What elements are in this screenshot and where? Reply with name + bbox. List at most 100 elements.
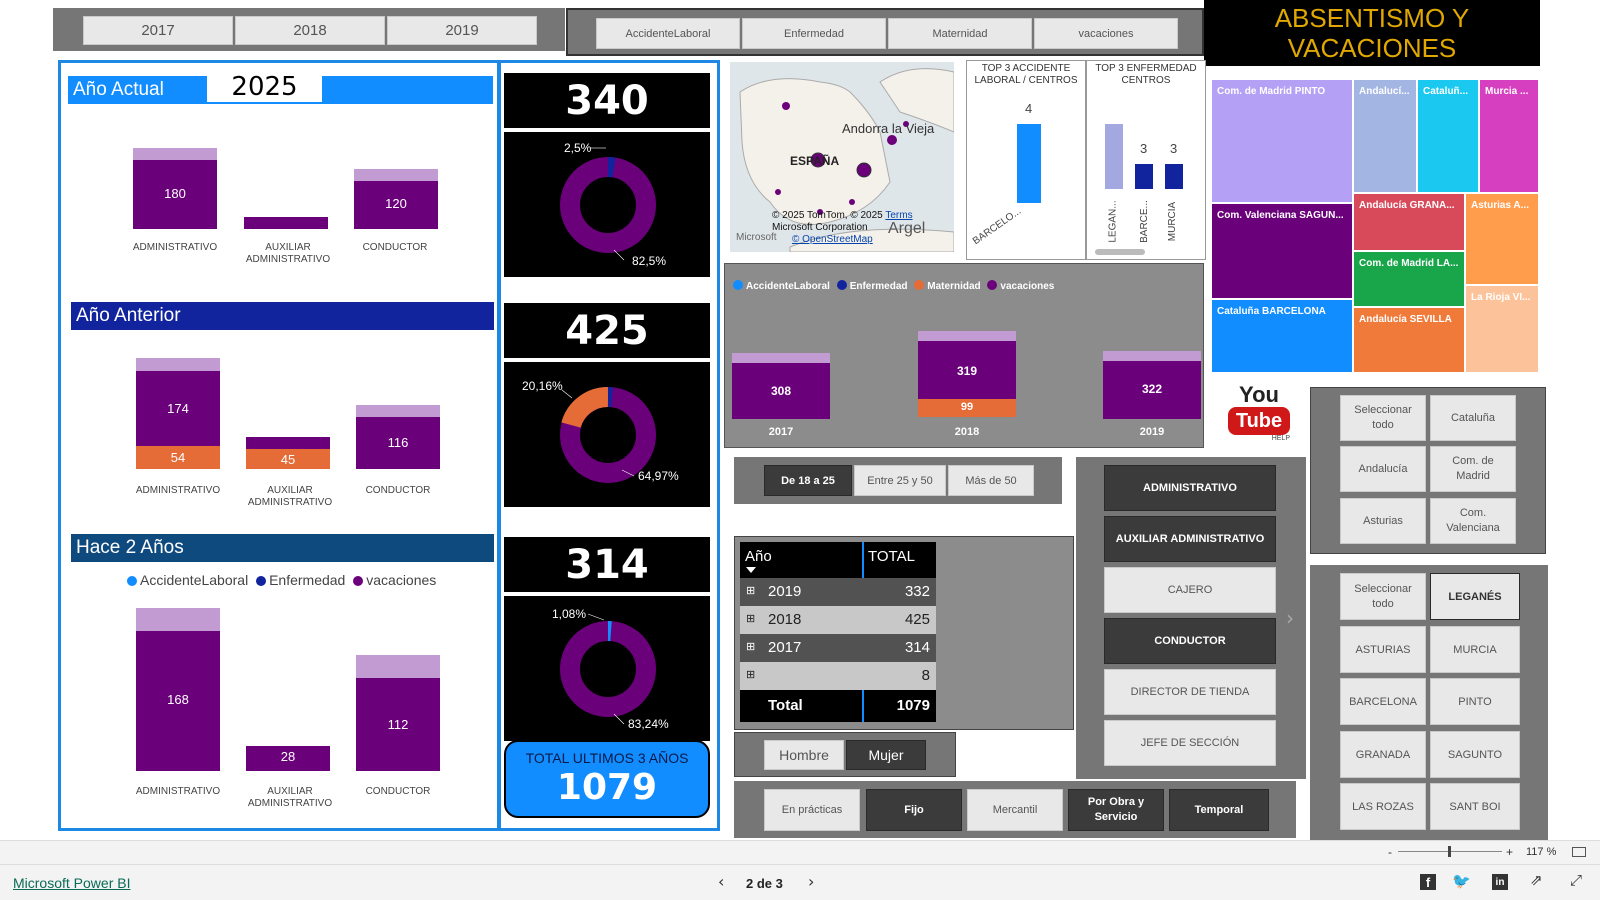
region-asturias-button[interactable]: Asturias xyxy=(1340,498,1426,544)
city-pinto-button[interactable]: PINTO xyxy=(1430,678,1520,725)
powerbi-link[interactable]: Microsoft Power BI xyxy=(13,875,130,891)
youtube-logo[interactable]: You Tube HELP xyxy=(1228,383,1290,449)
job-director-button[interactable]: DIRECTOR DE TIENDA xyxy=(1104,669,1276,715)
treemap-tile[interactable]: Com. Valenciana SAGUN... xyxy=(1212,204,1352,298)
treemap-tile[interactable]: Com. de Madrid PINTO xyxy=(1212,80,1352,202)
type-enfermedad-button[interactable]: Enfermedad xyxy=(742,18,886,49)
fit-page-icon[interactable] xyxy=(1572,847,1586,857)
treemap-tile[interactable]: Andalucía SEVILLA xyxy=(1354,308,1464,372)
type-vacaciones-button[interactable]: vacaciones xyxy=(1034,18,1178,49)
job-cajero-button[interactable]: CAJERO xyxy=(1104,567,1276,613)
bar-cap xyxy=(918,331,1016,341)
gender-mujer-button[interactable]: Mujer xyxy=(846,740,926,770)
enf-cat-3: MURCIA xyxy=(1167,201,1179,242)
job-next-chevron-icon[interactable]: › xyxy=(1286,606,1294,630)
map-corp: Microsoft Corporation xyxy=(772,222,868,233)
bar-label: 28 xyxy=(280,749,296,764)
donut-slice xyxy=(561,386,609,429)
type-maternidad-button[interactable]: Maternidad xyxy=(888,18,1032,49)
expand-icon[interactable]: ⊞ xyxy=(746,640,755,653)
expand-icon[interactable]: ⊞ xyxy=(746,612,755,625)
donut-label-large: 83,24% xyxy=(628,717,669,731)
age-50-button[interactable]: Más de 50 xyxy=(948,465,1034,496)
age-18-25-button[interactable]: De 18 a 25 xyxy=(764,465,852,496)
row-total: 425 xyxy=(904,611,930,628)
table-total-row: Total 1079 xyxy=(740,692,936,720)
city-santboi-button[interactable]: SANT BOI xyxy=(1430,783,1520,830)
treemap-tile[interactable]: Cataluñ... xyxy=(1418,80,1478,192)
contract-mercantil-button[interactable]: Mercantil xyxy=(967,789,1063,831)
region-cataluna-button[interactable]: Cataluña xyxy=(1430,395,1516,441)
kpi-hace2: 314 xyxy=(504,537,710,592)
map[interactable]: Andorra la Vieja ESPAÑA Argel Microsoft … xyxy=(730,62,954,252)
city-murcia-button[interactable]: MURCIA xyxy=(1430,626,1520,673)
next-page-icon[interactable]: › xyxy=(808,872,814,891)
treemap-tile[interactable]: Com. de Madrid LA... xyxy=(1354,252,1464,306)
table-row: ⊞ 8 xyxy=(740,662,936,690)
contract-obra-button[interactable]: Por Obra y Servicio xyxy=(1068,789,1164,831)
bar-cap xyxy=(356,405,440,417)
year-2019-button[interactable]: 2019 xyxy=(387,16,537,45)
contract-temporal-button[interactable]: Temporal xyxy=(1169,789,1269,831)
zoom-plus-button[interactable]: + xyxy=(1506,845,1513,859)
fullscreen-icon[interactable]: ⤢ xyxy=(1570,871,1582,889)
top3-accidente-value: 4 xyxy=(1025,101,1033,116)
bar-vacaciones xyxy=(244,217,328,229)
city-sagunto-button[interactable]: SAGUNTO xyxy=(1430,731,1520,778)
col-header-total[interactable]: TOTAL xyxy=(868,548,915,565)
share-icon[interactable]: ⇗ xyxy=(1530,871,1543,889)
city-lasrozas-button[interactable]: LAS ROZAS xyxy=(1340,783,1426,830)
top3-accidente: TOP 3 ACCIDENTE LABORAL / CENTROS 4 BARC… xyxy=(966,60,1086,260)
contract-practicas-button[interactable]: En prácticas xyxy=(764,789,860,831)
expand-icon[interactable]: ⊞ xyxy=(746,668,755,681)
facebook-icon[interactable]: f xyxy=(1420,874,1436,890)
map-terms-link[interactable]: Terms xyxy=(885,210,912,221)
top3-accidente-cat: BARCELO... xyxy=(970,205,1024,248)
region-andalucia-button[interactable]: Andalucía xyxy=(1340,446,1426,492)
enf-val-3: 3 xyxy=(1170,141,1178,156)
type-accidente-button[interactable]: AccidenteLaboral xyxy=(596,18,740,49)
twitter-icon[interactable]: 🐦 xyxy=(1452,872,1471,890)
region-valenciana-button[interactable]: Com. Valenciana xyxy=(1430,498,1516,544)
city-all-button[interactable]: Seleccionar todo xyxy=(1340,573,1426,620)
city-granada-button[interactable]: GRANADA xyxy=(1340,731,1426,778)
expand-icon[interactable]: ⊞ xyxy=(746,584,755,597)
legend-item: Enfermedad xyxy=(849,281,908,292)
bar-label: 308 xyxy=(770,384,792,398)
enf-bar-1 xyxy=(1105,124,1123,189)
linkedin-icon[interactable]: in xyxy=(1492,874,1508,890)
region-madrid-button[interactable]: Com. de Madrid xyxy=(1430,446,1516,492)
kpi-anterior: 425 xyxy=(504,303,710,358)
job-auxiliar-button[interactable]: AUXILIAR ADMINISTRATIVO xyxy=(1104,516,1276,562)
year-2017-button[interactable]: 2017 xyxy=(83,16,233,45)
treemap-tile[interactable]: Andalucía GRANA... xyxy=(1354,194,1464,250)
treemap-tile[interactable]: Cataluña BARCELONA xyxy=(1212,300,1352,372)
job-administrativo-button[interactable]: ADMINISTRATIVO xyxy=(1104,465,1276,511)
gender-hombre-button[interactable]: Hombre xyxy=(764,740,844,770)
job-jefe-button[interactable]: JEFE DE SECCIÓN xyxy=(1104,720,1276,766)
map-osm-link[interactable]: © OpenStreetMap xyxy=(792,234,873,245)
total-label: TOTAL ULTIMOS 3 AÑOS xyxy=(525,750,689,766)
category-label: AUXILIAR ADMINISTRATIVO xyxy=(247,786,333,809)
treemap-tile[interactable]: Asturias A... xyxy=(1466,194,1538,284)
treemap-tile[interactable]: Andalucí... xyxy=(1354,80,1416,192)
row-year: 2017 xyxy=(768,639,802,656)
treemap-tile[interactable]: La Rioja VI... xyxy=(1466,286,1538,372)
treemap-tile[interactable]: Murcia ... xyxy=(1480,80,1538,192)
bar-label: 45 xyxy=(280,452,296,467)
enf-scrollbar[interactable] xyxy=(1095,249,1145,255)
category-label: AUXILIAR ADMINISTRATIVO xyxy=(245,242,331,265)
city-barcelona-button[interactable]: BARCELONA xyxy=(1340,678,1426,725)
zoom-slider-thumb[interactable] xyxy=(1448,846,1451,857)
job-conductor-button[interactable]: CONDUCTOR xyxy=(1104,618,1276,664)
city-asturias-button[interactable]: ASTURIAS xyxy=(1340,626,1426,673)
contract-fijo-button[interactable]: Fijo xyxy=(866,789,962,831)
age-25-50-button[interactable]: Entre 25 y 50 xyxy=(854,465,946,496)
prev-page-icon[interactable]: ‹ xyxy=(718,872,724,891)
zoom-minus-button[interactable]: - xyxy=(1388,845,1392,859)
year-2018-button[interactable]: 2018 xyxy=(235,16,385,45)
table-row: ⊞ 2017 314 xyxy=(740,634,936,662)
region-all-button[interactable]: Seleccionar todo xyxy=(1340,395,1426,441)
city-leganes-button[interactable]: LEGANÉS xyxy=(1430,573,1520,620)
col-header-year[interactable]: Año xyxy=(745,548,772,565)
